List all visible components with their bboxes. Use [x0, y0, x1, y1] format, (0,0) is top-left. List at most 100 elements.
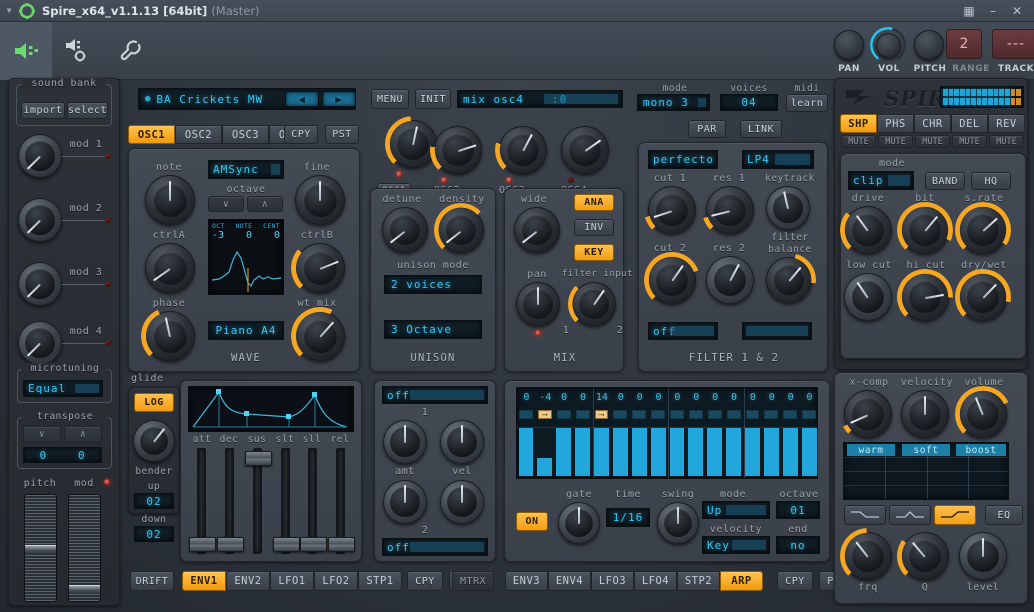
tab-lfo4[interactable]: LFO4: [634, 571, 677, 591]
ana-button[interactable]: ANA: [574, 194, 614, 211]
tab-lfo1[interactable]: LFO1: [270, 571, 314, 591]
mod3-knob[interactable]: [18, 262, 62, 306]
osc2-mix-knob[interactable]: [430, 122, 486, 178]
arp-step-note[interactable]: 0: [611, 392, 630, 403]
pitch-wheel[interactable]: [24, 494, 57, 602]
mod-wheel[interactable]: [68, 494, 101, 602]
arp-step-velocity-bar[interactable]: [801, 428, 817, 476]
toolbar-audio-enable-button[interactable]: [0, 21, 52, 80]
arp-step-velocity-bar[interactable]: [782, 428, 798, 476]
window-close-button[interactable]: ✕: [1006, 1, 1028, 21]
tab-env4[interactable]: ENV4: [548, 571, 591, 591]
mod4-knob[interactable]: [18, 321, 62, 365]
eq-shape-peak-button[interactable]: [889, 505, 931, 525]
arp-step-velocity-bar[interactable]: [518, 428, 534, 476]
arp-step-tie[interactable]: [764, 410, 779, 419]
arp-end-display[interactable]: no: [776, 536, 820, 554]
env-sus-slider[interactable]: [245, 448, 272, 554]
arp-step-velocity-bar[interactable]: [650, 428, 666, 476]
bender-down-display[interactable]: 02: [134, 526, 174, 542]
tab-env2[interactable]: ENV2: [226, 571, 270, 591]
arp-step-grid[interactable]: 0 -4 ⟶ 0 0 14 ⟶ 0 0 0 0 0 0 0 0 0 0 0: [516, 387, 818, 479]
arp-step-velocity-bar[interactable]: [612, 428, 628, 476]
mod-dest2-display[interactable]: off: [382, 538, 488, 556]
host-pitch-knob[interactable]: [914, 30, 944, 60]
window-menu-caret-icon[interactable]: ▼: [0, 6, 18, 15]
envelope-display[interactable]: [188, 386, 354, 432]
unison-octave-display[interactable]: 3 Octave: [384, 320, 482, 339]
env-rel-slider[interactable]: [328, 448, 355, 554]
mod1-knob[interactable]: [18, 134, 62, 178]
menu-button[interactable]: MENU: [371, 89, 409, 109]
tab-env3[interactable]: ENV3: [505, 571, 548, 591]
arp-step-velocity-bar[interactable]: [575, 428, 590, 476]
mod-vel1-knob[interactable]: [440, 420, 484, 464]
osc3-mix-knob[interactable]: [495, 122, 551, 178]
arp-time-display[interactable]: 1/16: [606, 508, 650, 527]
arp-step-note[interactable]: -4: [536, 392, 555, 403]
band-button[interactable]: BAND: [925, 172, 965, 190]
fx-mute-chr[interactable]: MUTE: [915, 135, 950, 148]
arp-step-tie[interactable]: [783, 410, 798, 419]
wavetable-display[interactable]: Piano A4: [208, 321, 284, 340]
voices-display[interactable]: 04: [720, 94, 778, 111]
arp-step-note[interactable]: 0: [687, 392, 706, 403]
octave-up-button[interactable]: ∧: [247, 196, 283, 212]
arp-step-note[interactable]: 0: [706, 392, 725, 403]
filter-balance-knob[interactable]: [762, 253, 816, 307]
arp-step-tie[interactable]: [726, 410, 741, 419]
arp-step-note[interactable]: 0: [574, 392, 593, 403]
arp-step-velocity-bar[interactable]: [763, 428, 779, 476]
eq-shape-lowshelf-button[interactable]: [844, 505, 886, 525]
arp-step-tie[interactable]: [575, 410, 590, 419]
arp-step-velocity-bar[interactable]: [688, 428, 704, 476]
eq-enable-button[interactable]: EQ: [985, 505, 1023, 525]
osc1-mix-knob[interactable]: [385, 116, 441, 172]
xcomp-knob[interactable]: [840, 386, 896, 442]
arp-step-velocity-bar[interactable]: [556, 428, 572, 476]
srate-knob[interactable]: [955, 202, 1011, 258]
par-button[interactable]: PAR: [688, 120, 726, 138]
arp-step-tie[interactable]: ⟶: [537, 410, 552, 419]
fx-mute-phs[interactable]: MUTE: [878, 135, 913, 148]
arp-step-note[interactable]: 0: [517, 392, 536, 403]
arp-copy-button[interactable]: CPY: [777, 571, 813, 591]
octave-down-button[interactable]: ∨: [208, 196, 244, 212]
osc-copy-button[interactable]: CPY: [284, 125, 318, 144]
ctrlA-knob[interactable]: [145, 243, 195, 293]
link-button[interactable]: LINK: [740, 120, 782, 138]
filter-type-display[interactable]: LP4: [742, 150, 814, 169]
mod-amt1-knob[interactable]: [383, 420, 427, 464]
key-button[interactable]: KEY: [574, 244, 614, 261]
tab-osc1[interactable]: OSC1: [128, 125, 175, 144]
arp-step-velocity-bar[interactable]: [745, 428, 760, 476]
tab-lfo3[interactable]: LFO3: [591, 571, 634, 591]
arp-gate-knob[interactable]: [558, 502, 600, 544]
wt-mix-knob[interactable]: [291, 307, 349, 365]
toolbar-plugin-settings-button[interactable]: [52, 22, 104, 80]
hicut-knob[interactable]: [897, 269, 953, 325]
env-copy-button[interactable]: CPY: [407, 571, 443, 591]
res2-knob[interactable]: [706, 256, 754, 304]
arp-step-velocity-bar[interactable]: [537, 458, 553, 476]
wide-knob[interactable]: [514, 207, 560, 253]
window-minimize-button[interactable]: –: [982, 1, 1004, 21]
mod-dest1-display[interactable]: off: [382, 386, 488, 404]
tab-fx-phs[interactable]: PHS: [877, 114, 914, 133]
drift-button[interactable]: DRIFT: [130, 571, 174, 591]
host-pan-knob[interactable]: [834, 30, 864, 60]
arp-step-tie[interactable]: ⟶: [594, 410, 609, 419]
host-vol-knob[interactable]: [876, 33, 901, 58]
tab-lfo2[interactable]: LFO2: [314, 571, 358, 591]
arp-step-tie[interactable]: [651, 410, 665, 419]
env-slt-slider[interactable]: [273, 448, 300, 554]
arp-step-velocity-bar[interactable]: [669, 428, 685, 476]
fx-mute-del[interactable]: MUTE: [952, 135, 987, 148]
ctrlB-knob[interactable]: [291, 239, 349, 297]
arp-on-button[interactable]: ON: [516, 512, 548, 531]
preset-next-button[interactable]: ▶: [322, 91, 356, 107]
filter-extra-display[interactable]: [742, 322, 812, 340]
volume-knob[interactable]: [955, 386, 1011, 442]
eq-q-knob[interactable]: [897, 528, 953, 584]
density-knob[interactable]: [434, 203, 488, 257]
